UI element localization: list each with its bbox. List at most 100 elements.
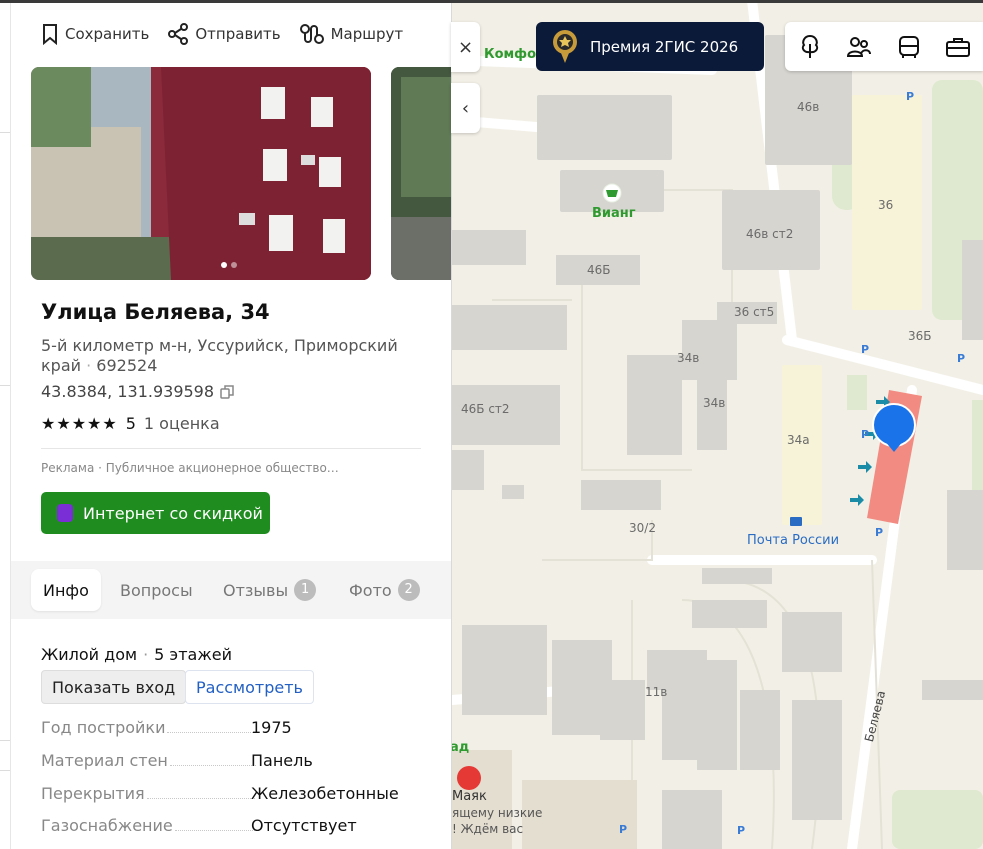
star-rating-icon: ★★★★★	[41, 414, 118, 433]
prop-key: Материал стен	[41, 751, 168, 770]
prop-row: Перекрытия Железобетонные	[41, 784, 421, 803]
tab-label: Фото	[349, 580, 392, 600]
tab-label: Вопросы	[120, 580, 193, 600]
photo-pagination	[221, 262, 237, 268]
provider-logo-icon	[57, 504, 73, 522]
category-transport-button[interactable]	[884, 34, 934, 60]
route-icon	[299, 24, 324, 44]
map-building-label: 34а	[787, 433, 810, 447]
map-building-label: 30/2	[629, 521, 656, 535]
ad-internet-button[interactable]: Интернет со скидкой	[41, 492, 270, 534]
copy-icon[interactable]	[220, 384, 234, 399]
poi-mayak[interactable]: Маяк	[452, 789, 487, 804]
card-actions: Сохранить Отправить Маршрут	[41, 23, 403, 45]
save-label: Сохранить	[65, 25, 150, 43]
map-building-label: 36 ст5	[734, 305, 775, 319]
premium-label: Премия 2ГИС 2026	[590, 37, 739, 56]
share-button[interactable]: Отправить	[167, 23, 281, 45]
route-button[interactable]: Маршрут	[299, 23, 404, 45]
close-icon: ×	[457, 36, 474, 58]
share-label: Отправить	[195, 25, 281, 43]
place-title: Улица Беляева, 34	[41, 300, 270, 324]
share-icon	[168, 23, 189, 45]
chevron-left-icon: ‹	[461, 97, 470, 119]
building-photo[interactable]	[31, 67, 371, 280]
photo-image	[391, 67, 451, 280]
map-building-label: 36	[878, 198, 894, 212]
prop-value: Панель	[251, 751, 313, 770]
category-people-button[interactable]	[835, 35, 885, 59]
bus-icon	[898, 35, 919, 58]
map-canvas	[452, 0, 983, 849]
collapse-panel-button[interactable]: ‹	[451, 83, 480, 133]
map-view[interactable]: 46в 36 46в ст2 46Б 36 ст5 36Б 34в 34в 46…	[452, 0, 983, 849]
window-top-border	[0, 0, 983, 3]
rating-row: ★★★★★ 5 1 оценка	[41, 414, 220, 433]
building-type: Жилой дом · 5 этажей	[41, 645, 232, 664]
tab-info[interactable]: Инфо	[31, 569, 101, 611]
place-address: 5-й километр м-н, Уссурийск, Приморский …	[41, 336, 398, 375]
floors-text: 5 этажей	[154, 645, 232, 664]
rating-value: 5	[125, 414, 136, 433]
left-edge-panel	[0, 0, 11, 849]
tab-reviews[interactable]: Отзывы 1	[223, 569, 317, 611]
photos-count-badge: 2	[397, 579, 420, 601]
tab-label: Инфо	[43, 580, 89, 600]
bookmark-icon	[43, 24, 57, 45]
parking-icon: P	[875, 526, 884, 539]
show-entrance-button[interactable]: Показать вход	[41, 670, 187, 704]
photo-image	[31, 67, 371, 280]
building-type-text: Жилой дом	[41, 645, 138, 664]
tab-questions[interactable]: Вопросы	[120, 569, 193, 611]
prop-key: Перекрытия	[41, 784, 145, 803]
prop-value: 1975	[251, 718, 292, 737]
prop-row: Газоснабжение Отсутствует	[41, 816, 421, 835]
parking-icon: P	[957, 352, 966, 365]
building-photo-next[interactable]	[391, 67, 451, 280]
tab-label: Отзывы	[223, 580, 289, 600]
map-building-label: 11в	[645, 685, 668, 699]
parking-icon: P	[737, 824, 746, 837]
ad-button-label: Интернет со скидкой	[83, 503, 263, 523]
divider	[41, 448, 421, 449]
map-building-label: 36Б	[908, 329, 932, 343]
ad-disclaimer: Реклама · Публичное акционерное общество…	[41, 461, 339, 475]
map-building-label: 46Б	[587, 263, 611, 277]
premium-banner[interactable]: Премия 2ГИС 2026	[536, 22, 764, 71]
place-card: Сохранить Отправить Маршрут Улица Беляев…	[11, 0, 452, 849]
map-building-label: 34в	[677, 351, 700, 365]
category-toolbar	[785, 22, 983, 71]
category-nature-button[interactable]	[785, 34, 835, 60]
prop-key: Год постройки	[41, 718, 166, 737]
prop-value: Отсутствует	[251, 816, 357, 835]
coordinates: 43.8384, 131.939598	[41, 382, 234, 401]
card-tabs: Инфо Вопросы Отзывы 1 Фото 2	[11, 561, 451, 619]
parking-icon: P	[906, 90, 915, 103]
prop-value: Железобетонные	[251, 784, 399, 803]
parking-icon: P	[619, 823, 628, 836]
map-building-label: 34в	[703, 396, 726, 410]
route-label: Маршрут	[330, 25, 404, 43]
tree-icon	[801, 34, 818, 58]
map-building-label: 46в	[797, 100, 820, 114]
category-work-button[interactable]	[934, 35, 983, 59]
reviews-count-badge: 1	[294, 579, 317, 601]
view-building-button[interactable]: Рассмотреть	[185, 670, 314, 704]
parking-icon: P	[861, 428, 870, 441]
poi-viang[interactable]: Вианг	[592, 206, 636, 221]
briefcase-icon	[946, 37, 971, 57]
map-building-label: 46в ст2	[746, 227, 794, 241]
parking-icon: P	[861, 343, 870, 356]
poi-komfo[interactable]: Комфо	[484, 47, 536, 62]
tab-photos[interactable]: Фото 2	[349, 569, 420, 611]
coordinates-text: 43.8384, 131.939598	[41, 382, 215, 401]
prop-row: Материал стен Панель	[41, 751, 421, 770]
prop-row: Год постройки 1975	[41, 718, 421, 737]
poi-mayak-desc: ящему низкие	[452, 806, 543, 820]
save-button[interactable]: Сохранить	[41, 23, 149, 45]
rating-count-link[interactable]: 1 оценка	[144, 414, 220, 433]
poi-ad: ад	[452, 740, 470, 755]
close-card-button[interactable]: ×	[451, 22, 480, 72]
poi-post[interactable]: Почта России	[747, 533, 839, 548]
award-medal-icon	[553, 29, 577, 63]
